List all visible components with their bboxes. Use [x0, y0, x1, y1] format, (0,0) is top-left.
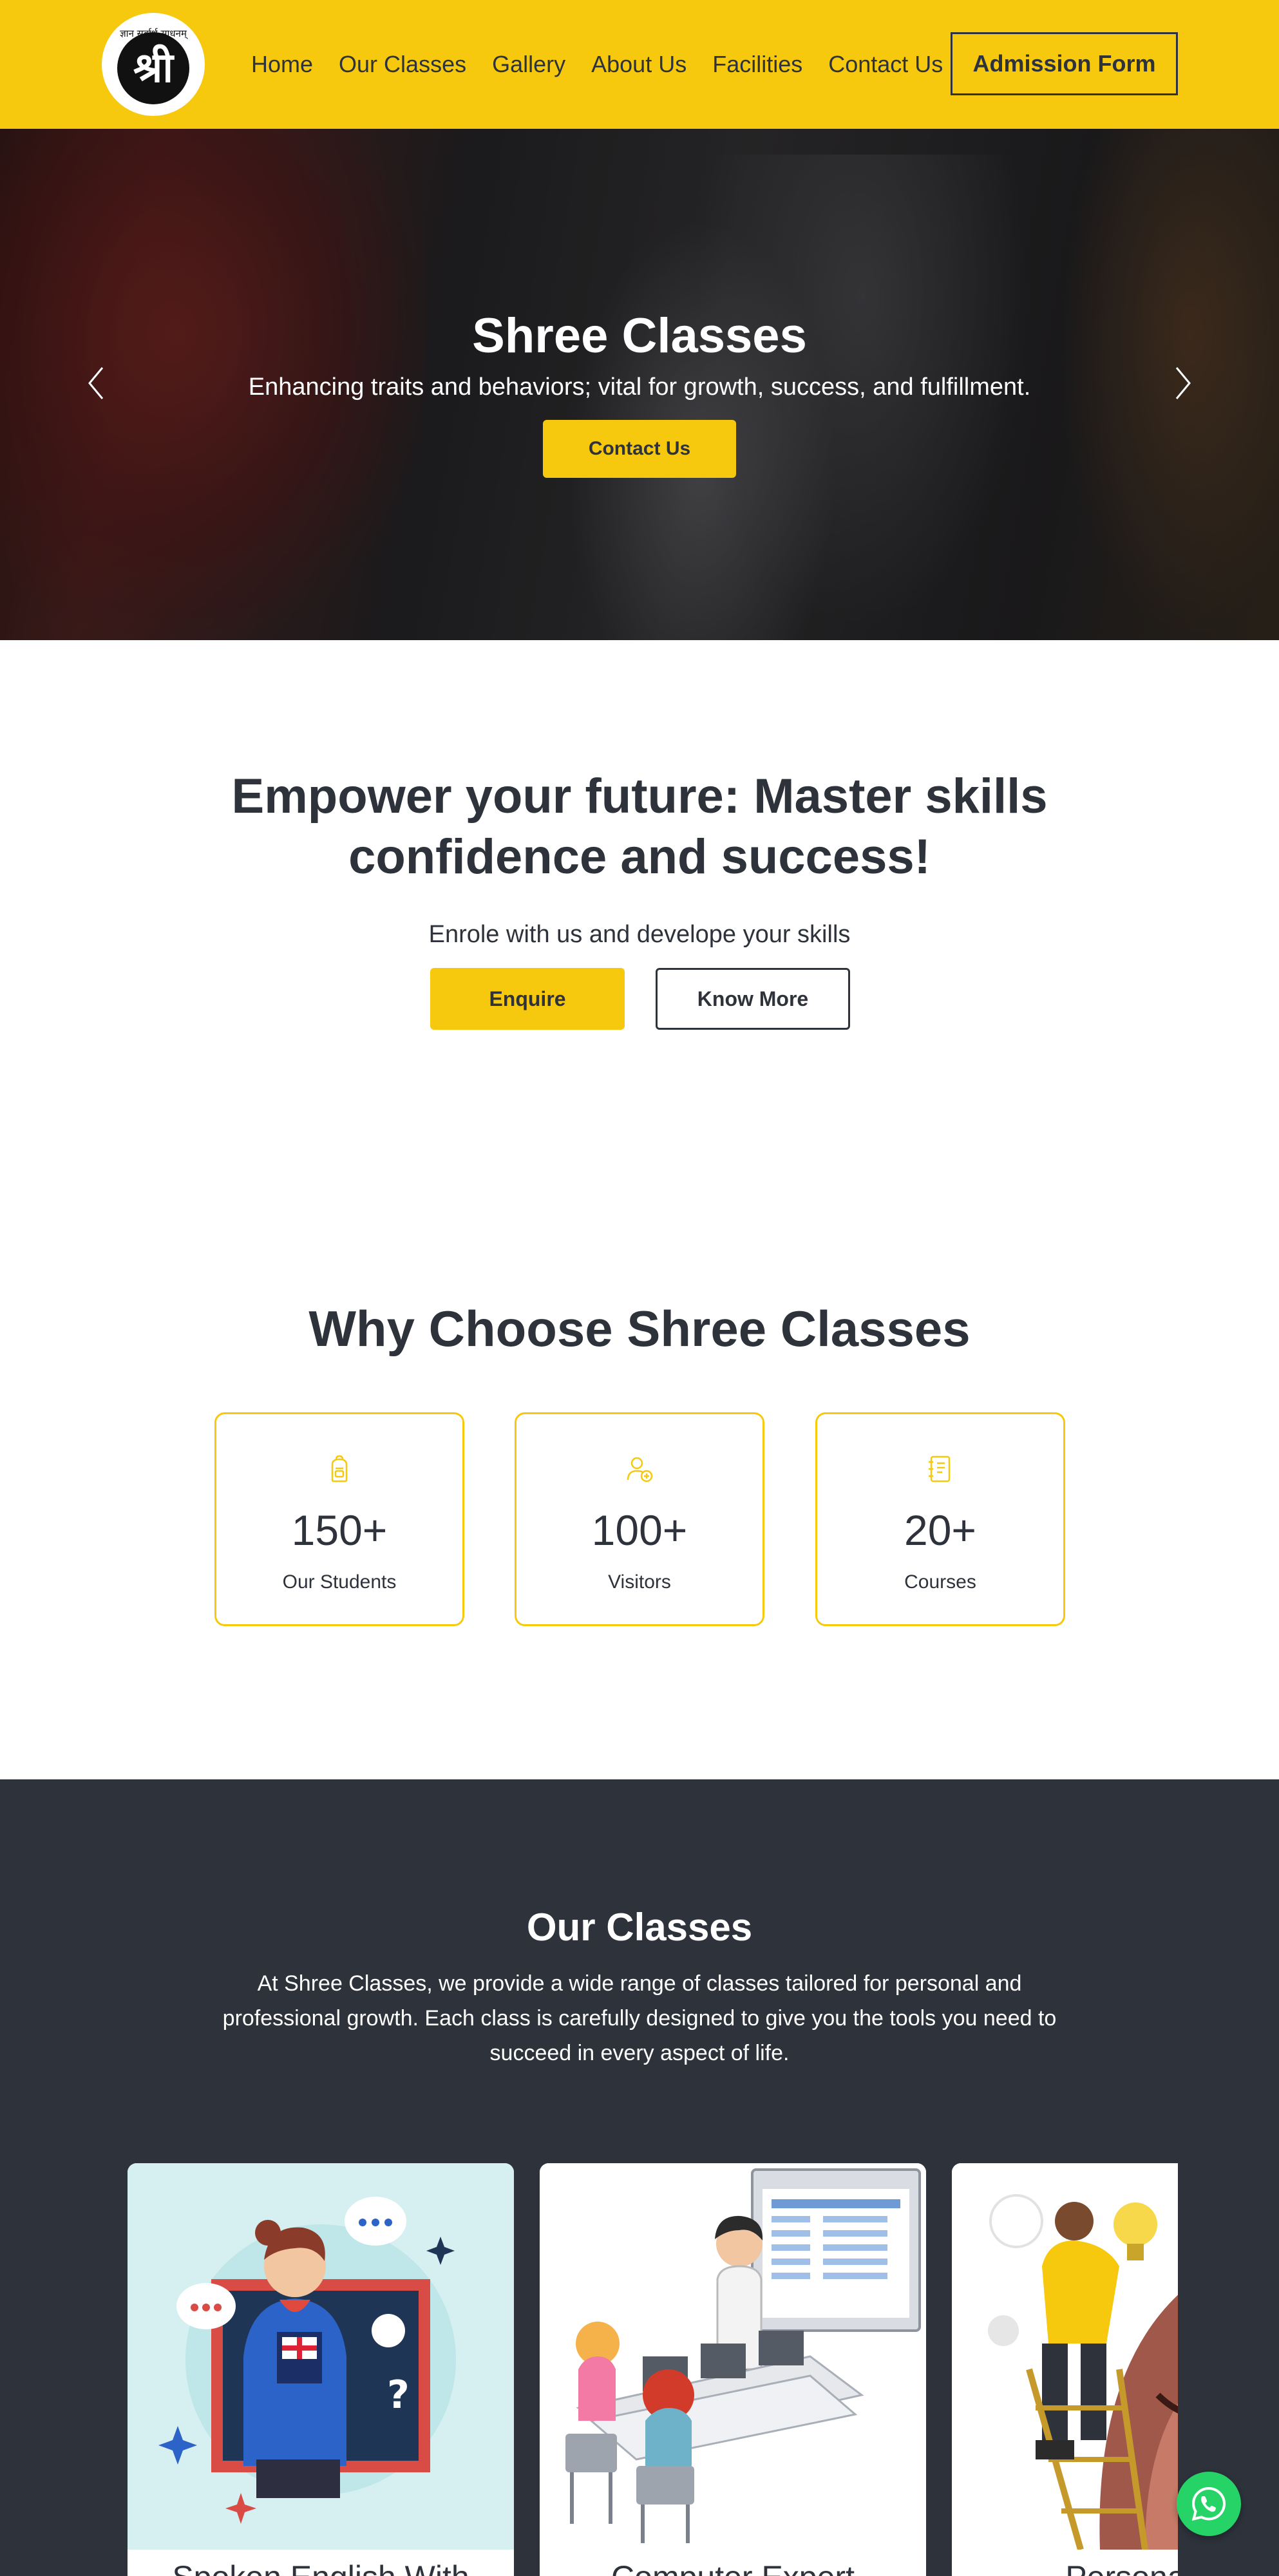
admission-form-button[interactable]: Admission Form	[951, 32, 1178, 95]
spoken-english-illustration: ? ?	[128, 2163, 514, 2550]
empower-title: Empower your future: Master skills confi…	[231, 769, 1048, 884]
chevron-right-icon[interactable]	[1167, 361, 1199, 406]
stat-card-students: 150+ Our Students	[214, 1412, 464, 1626]
personality-class-illustration	[952, 2163, 1178, 2551]
user-add-icon	[516, 1453, 763, 1485]
stat-label: Our Students	[282, 1571, 397, 1593]
svg-text:?: ?	[387, 2372, 410, 2418]
logo[interactable]: ज्ञान सर्वार्थ साधनम् श्री	[102, 13, 205, 116]
hero-subtitle: Enhancing traits and behaviors; vital fo…	[248, 374, 1031, 401]
stat-label: Courses	[904, 1571, 976, 1593]
whatsapp-icon[interactable]	[1177, 2472, 1241, 2536]
hero-title: Shree Classes	[472, 308, 807, 363]
logo-text: श्री	[133, 44, 173, 92]
know-more-button[interactable]: Know More	[656, 968, 850, 1030]
nav-link-home[interactable]: Home	[251, 51, 313, 78]
backpack-icon	[216, 1453, 462, 1485]
computer-class-illustration	[540, 2163, 926, 2550]
our-classes-section: Our Classes At Shree Classes, we provide…	[0, 1779, 1279, 2576]
nav-link-facilities[interactable]: Facilities	[712, 51, 802, 78]
logo-emblem: श्री	[117, 32, 189, 104]
hero-carousel: Shree Classes Enhancing traits and behav…	[0, 129, 1279, 640]
class-card-personality[interactable]: Personality	[952, 2163, 1178, 2576]
class-card-spoken-english[interactable]: ? ? Spoken English With	[128, 2163, 514, 2576]
stat-value: 20+	[904, 1506, 976, 1554]
nav-link-gallery[interactable]: Gallery	[492, 51, 565, 78]
class-card-computer-expert[interactable]: Computer Expert	[540, 2163, 926, 2576]
nav-link-contact-us[interactable]: Contact Us	[828, 51, 943, 78]
stat-value: 100+	[591, 1506, 688, 1554]
navbar: ज्ञान सर्वार्थ साधनम् श्री Home Our Clas…	[0, 0, 1279, 129]
nav-links: Home Our Classes Gallery About Us Facili…	[238, 0, 956, 129]
nav-link-our-classes[interactable]: Our Classes	[339, 51, 466, 78]
notebook-icon	[817, 1453, 1063, 1485]
logo-arc-text: ज्ञान सर्वार्थ साधनम्	[120, 28, 187, 39]
hero-contact-button[interactable]: Contact Us	[543, 420, 736, 478]
class-card-title: Personality	[952, 2559, 1178, 2576]
stat-card-courses: 20+ Courses	[815, 1412, 1065, 1626]
class-card-title: Computer Expert	[540, 2559, 926, 2576]
svg-text:?: ?	[382, 2318, 395, 2345]
nav-link-about-us[interactable]: About Us	[591, 51, 687, 78]
chevron-left-icon[interactable]	[80, 361, 112, 406]
why-choose-title: Why Choose Shree Classes	[308, 1300, 971, 1357]
stat-label: Visitors	[608, 1571, 671, 1593]
enquire-button[interactable]: Enquire	[430, 968, 625, 1030]
classes-carousel: ? ? Spoken English With	[0, 1779, 1178, 2576]
stat-value: 150+	[291, 1506, 388, 1554]
class-card-title: Spoken English With	[128, 2559, 514, 2576]
empower-subtitle: Enrole with us and develope your skills	[428, 921, 851, 948]
stat-card-visitors: 100+ Visitors	[515, 1412, 764, 1626]
